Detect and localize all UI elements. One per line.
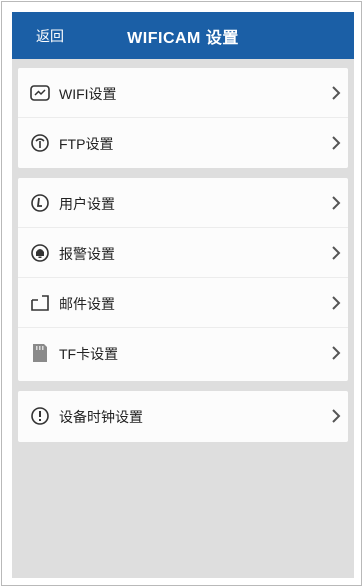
chevron-right-icon: [330, 245, 342, 261]
page-title: WIFICAM 设置: [127, 30, 239, 47]
settings-item-tf-card[interactable]: TF卡设置: [18, 328, 348, 378]
settings-item-label: 设备时钟设置: [59, 409, 143, 425]
settings-item-wifi[interactable]: WIFI设置: [18, 68, 348, 118]
settings-group-network: WIFI设置 FTP设置: [18, 68, 348, 168]
title-bar: 返回 WIFICAM 设置: [12, 12, 354, 59]
user-settings-icon: [30, 193, 50, 213]
settings-item-label: TF卡设置: [59, 346, 119, 362]
screenshot-frame: 返回 WIFICAM 设置 WIFI设置 FTP设置 用户设置 报警设置 邮件设…: [1, 1, 362, 586]
app-screen: 返回 WIFICAM 设置 WIFI设置 FTP设置 用户设置 报警设置 邮件设…: [12, 12, 354, 578]
settings-item-label: 报警设置: [59, 246, 115, 262]
settings-item-user[interactable]: 用户设置: [18, 178, 348, 228]
chevron-right-icon: [330, 85, 342, 101]
settings-item-alarm[interactable]: 报警设置: [18, 228, 348, 278]
settings-item-label: 用户设置: [59, 196, 115, 212]
settings-item-mail[interactable]: 邮件设置: [18, 278, 348, 328]
settings-item-ftp[interactable]: FTP设置: [18, 118, 348, 168]
chevron-right-icon: [330, 135, 342, 151]
clock-alert-icon: [30, 406, 50, 426]
ftp-settings-icon: [30, 133, 50, 153]
wifi-settings-icon: [30, 83, 50, 103]
chevron-right-icon: [330, 408, 342, 424]
settings-item-label: 邮件设置: [59, 296, 115, 312]
settings-group-clock: 设备时钟设置: [18, 391, 348, 442]
alarm-settings-icon: [30, 243, 50, 263]
mail-settings-icon: [30, 293, 50, 313]
chevron-right-icon: [330, 195, 342, 211]
chevron-right-icon: [330, 295, 342, 311]
settings-group-device: 用户设置 报警设置 邮件设置 TF卡设置: [18, 178, 348, 381]
settings-item-label: WIFI设置: [59, 86, 117, 102]
chevron-right-icon: [330, 345, 342, 361]
sd-card-icon: [30, 343, 50, 363]
settings-item-device-clock[interactable]: 设备时钟设置: [18, 391, 348, 441]
settings-item-label: FTP设置: [59, 136, 114, 152]
